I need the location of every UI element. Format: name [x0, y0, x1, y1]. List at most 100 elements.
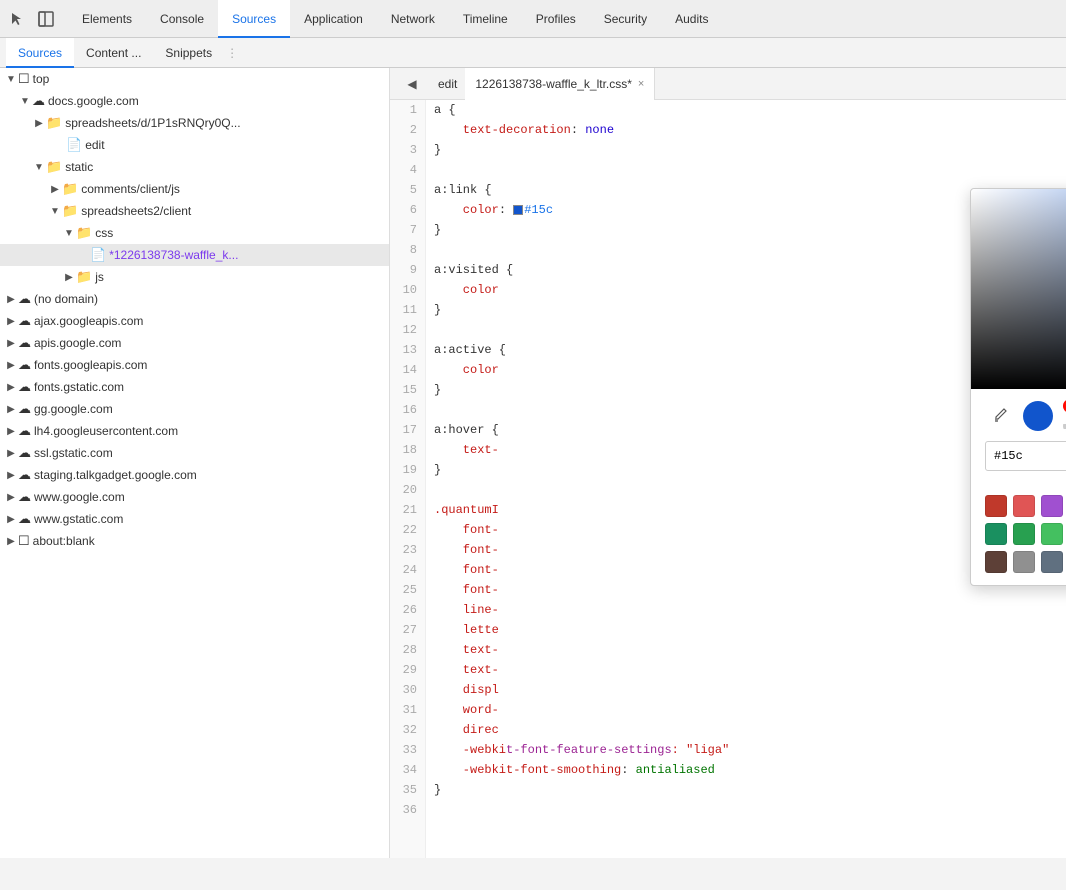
swatch-brown[interactable]: [985, 551, 1007, 573]
tree-item-spreadsheets2[interactable]: ▼ 📁 spreadsheets2/client: [0, 200, 389, 222]
tree-label-top: top: [33, 72, 50, 86]
code-line-25: font-: [434, 580, 1058, 600]
swatch-row-3: [985, 551, 1066, 573]
code-line-23: font-: [434, 540, 1058, 560]
dock-icon[interactable]: [32, 5, 60, 33]
code-line-34: -webkit-font-smoothing: antialiased: [434, 760, 1058, 780]
tree-label-spreadsheets: spreadsheets/d/1P1sRNQry0Q...: [65, 116, 240, 130]
tab-profiles[interactable]: Profiles: [522, 0, 590, 38]
tree-item-lh4[interactable]: ▶ ☁ lh4.googleusercontent.com: [0, 420, 389, 442]
tab-security[interactable]: Security: [590, 0, 661, 38]
nav-back-button[interactable]: ◀: [398, 70, 426, 98]
tab-console[interactable]: Console: [146, 0, 218, 38]
swatch-row-2: [985, 523, 1066, 545]
close-tab-button[interactable]: ×: [638, 78, 644, 90]
tab-sources[interactable]: Sources: [218, 0, 290, 38]
code-line-6: color: #15c: [434, 200, 1058, 220]
tree-item-staging[interactable]: ▶ ☁ staging.talkgadget.google.com: [0, 464, 389, 486]
tree-item-nodomain[interactable]: ▶ ☁ (no domain): [0, 288, 389, 310]
tab-audits[interactable]: Audits: [661, 0, 722, 38]
tree-item-spreadsheets[interactable]: ▶ 📁 spreadsheets/d/1P1sRNQry0Q...: [0, 112, 389, 134]
hex-input-wrap: ▲ ▼: [985, 441, 1066, 471]
code-line-36: [434, 800, 1058, 820]
swatch-green-dark[interactable]: [1013, 523, 1035, 545]
tree-item-www-gstatic[interactable]: ▶ ☁ www.gstatic.com: [0, 508, 389, 530]
code-line-31: word-: [434, 700, 1058, 720]
hex-input[interactable]: [994, 449, 1066, 463]
tree-item-about[interactable]: ▶ ☐ about:blank: [0, 530, 389, 552]
tree-label-staging: staging.talkgadget.google.com: [34, 468, 197, 482]
tree-item-top[interactable]: ▼ ☐ top: [0, 68, 389, 90]
tree-item-fonts-apis[interactable]: ▶ ☁ fonts.googleapis.com: [0, 354, 389, 376]
tab-elements[interactable]: Elements: [68, 0, 146, 38]
devtools-icons: [4, 5, 60, 33]
cloud-icon-www-gstatic: ☁: [18, 511, 31, 527]
color-picker-popup: ▲ ▼ HEX ▲: [970, 188, 1066, 586]
code-line-3: }: [434, 140, 1058, 160]
tree-arrow-css: ▼: [62, 228, 76, 239]
code-area: 12345 678910 1112131415 1617181920 21222…: [390, 100, 1066, 858]
tree-arrow-lh4: ▶: [4, 426, 18, 437]
tree-item-www-google[interactable]: ▶ ☁ www.google.com: [0, 486, 389, 508]
tree-label-css: css: [95, 226, 113, 240]
code-line-28: text-: [434, 640, 1058, 660]
tree-item-static[interactable]: ▼ 📁 static: [0, 156, 389, 178]
swatch-red-dark[interactable]: [985, 495, 1007, 517]
code-tab-waffle[interactable]: 1226138738-waffle_k_ltr.css* ×: [465, 68, 655, 100]
swatch-teal[interactable]: [985, 523, 1007, 545]
tree-arrow-nodomain: ▶: [4, 294, 18, 305]
tree-arrow-spreadsheets: ▶: [32, 118, 46, 129]
swatch-red[interactable]: [1013, 495, 1035, 517]
tree-label-edit: edit: [85, 138, 104, 152]
code-line-30: displ: [434, 680, 1058, 700]
tree-label-www-gstatic: www.gstatic.com: [34, 512, 123, 526]
tree-arrow-top: ▼: [4, 74, 18, 85]
tree-arrow-www-gstatic: ▶: [4, 514, 18, 525]
eyedropper-button[interactable]: [985, 402, 1013, 430]
tab-timeline[interactable]: Timeline: [449, 0, 522, 38]
code-line-5: a:link {: [434, 180, 1058, 200]
folder-icon-static: 📁: [46, 159, 62, 175]
tab-application[interactable]: Application: [290, 0, 377, 38]
tree-item-js[interactable]: ▶ 📁 js: [0, 266, 389, 288]
code-line-22: font-: [434, 520, 1058, 540]
cloud-icon-fonts-apis: ☁: [18, 357, 31, 373]
tree-label-about: about:blank: [33, 534, 95, 548]
folder-icon-top: ☐: [18, 71, 30, 87]
cloud-icon-ajax: ☁: [18, 313, 31, 329]
code-line-12: [434, 320, 1058, 340]
swatch-green[interactable]: [1041, 523, 1063, 545]
tree-item-edit[interactable]: 📄 edit: [0, 134, 389, 156]
tree-item-ajax[interactable]: ▶ ☁ ajax.googleapis.com: [0, 310, 389, 332]
code-line-33: -webkit-font-feature-settings: "liga": [434, 740, 1058, 760]
tree-item-waffle[interactable]: 📄 *1226138738-waffle_k...: [0, 244, 389, 266]
cloud-icon-fonts-gstatic: ☁: [18, 379, 31, 395]
swatch-purple-light[interactable]: [1041, 495, 1063, 517]
tab-network[interactable]: Network: [377, 0, 449, 38]
code-line-15: }: [434, 380, 1058, 400]
tree-label-www-google: www.google.com: [34, 490, 125, 504]
tree-item-css[interactable]: ▼ 📁 css: [0, 222, 389, 244]
tree-arrow-gg: ▶: [4, 404, 18, 415]
tree-item-fonts-gstatic[interactable]: ▶ ☁ fonts.gstatic.com: [0, 376, 389, 398]
folder-icon-spreadsheets2: 📁: [62, 203, 78, 219]
edit-label: edit: [438, 77, 457, 91]
color-spectrum[interactable]: [971, 189, 1066, 389]
tree-label-gg: gg.google.com: [34, 402, 113, 416]
folder-icon-spreadsheets: 📁: [46, 115, 62, 131]
tree-label-spreadsheets2: spreadsheets2/client: [81, 204, 191, 218]
subtab-content[interactable]: Content ...: [74, 38, 153, 68]
tree-item-ssl[interactable]: ▶ ☁ ssl.gstatic.com: [0, 442, 389, 464]
swatch-blue-gray[interactable]: [1041, 551, 1063, 573]
swatch-gray[interactable]: [1013, 551, 1035, 573]
code-line-19: }: [434, 460, 1058, 480]
tree-item-apis[interactable]: ▶ ☁ apis.google.com: [0, 332, 389, 354]
tree-item-docs[interactable]: ▼ ☁ docs.google.com: [0, 90, 389, 112]
subtab-sources[interactable]: Sources: [6, 38, 74, 68]
cursor-icon[interactable]: [4, 5, 32, 33]
tree-label-comments: comments/client/js: [81, 182, 180, 196]
tree-label-nodomain: (no domain): [34, 292, 98, 306]
tree-item-gg[interactable]: ▶ ☁ gg.google.com: [0, 398, 389, 420]
subtab-snippets[interactable]: Snippets: [153, 38, 224, 68]
tree-item-comments[interactable]: ▶ 📁 comments/client/js: [0, 178, 389, 200]
